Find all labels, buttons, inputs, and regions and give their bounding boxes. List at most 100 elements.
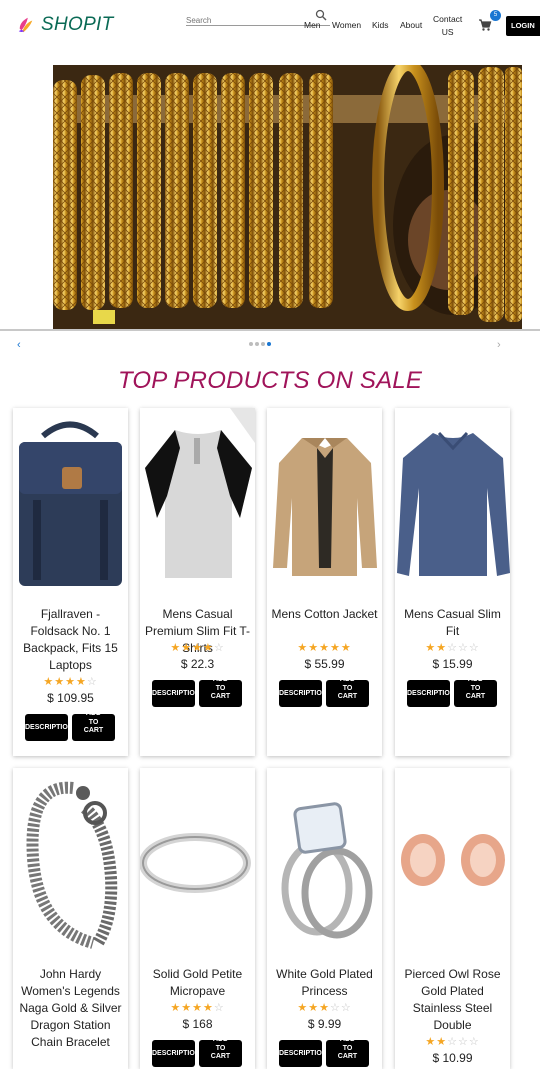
- carousel-next-button[interactable]: ›: [497, 339, 501, 351]
- carousel-dot[interactable]: [261, 342, 265, 346]
- star-filled-icon: ★: [308, 1002, 320, 1014]
- product-title[interactable]: Mens Casual Slim Fit: [399, 606, 506, 640]
- star-filled-icon: ★: [297, 1002, 309, 1014]
- description-button[interactable]: DESCRIPTION: [279, 680, 322, 707]
- add-to-cart-label: ADDTOCART: [210, 1040, 231, 1060]
- brand-logo[interactable]: SHOPIT: [17, 14, 114, 36]
- star-filled-icon: ★: [319, 642, 330, 654]
- carousel-prev-button[interactable]: ‹: [17, 339, 21, 351]
- product-card[interactable]: White Gold Plated Princess ★★★☆☆ $ 9.99 DES…: [267, 768, 382, 1069]
- star-filled-icon: ★: [75, 676, 87, 688]
- star-filled-icon: ★: [170, 642, 182, 654]
- product-title[interactable]: John Hardy Women's Legends Naga Gold & S…: [17, 966, 124, 1051]
- add-to-cart-button[interactable]: ADDTOCART: [199, 1040, 242, 1067]
- add-to-cart-button[interactable]: ADDTOCART: [199, 680, 242, 707]
- star-filled-icon: ★: [192, 1002, 203, 1014]
- star-filled-icon: ★: [436, 642, 448, 654]
- rating-stars: ★★☆☆☆: [395, 641, 510, 654]
- backpack-icon[interactable]: [13, 408, 128, 593]
- nav-kids[interactable]: Kids: [372, 20, 389, 30]
- add-to-cart-button[interactable]: ADDTOCART: [72, 714, 115, 741]
- product-price: $ 10.99: [432, 1051, 473, 1065]
- price-tag: [93, 310, 115, 324]
- carousel-dot[interactable]: [255, 342, 259, 346]
- product-card[interactable]: Fjallraven - Foldsack No. 1 Backpack, Fi…: [13, 408, 128, 756]
- nav-contact-line1: Contact: [433, 14, 463, 24]
- star-filled-icon: ★: [202, 642, 214, 654]
- chain-bracelet-icon[interactable]: [13, 768, 128, 953]
- nav-contact-us[interactable]: Contact US: [433, 13, 462, 39]
- star-empty-icon: ☆: [468, 642, 480, 654]
- product-title[interactable]: Fjallraven - Foldsack No. 1 Backpack, Fi…: [17, 606, 124, 674]
- rating-stars: ★★★★★: [267, 641, 382, 654]
- star-empty-icon: ☆: [457, 1036, 469, 1048]
- product-price: $ 9.99: [307, 1017, 342, 1031]
- nav-about[interactable]: About: [400, 20, 422, 30]
- section-title: TOP PRODUCTS ON SALE: [117, 367, 423, 394]
- star-filled-icon: ★: [170, 1002, 182, 1014]
- logo-icon: [18, 17, 33, 33]
- add-to-cart-button[interactable]: ADDTOCART: [454, 680, 497, 707]
- nav-women[interactable]: Women: [332, 20, 361, 30]
- star-empty-icon: ☆: [213, 1002, 225, 1014]
- star-filled-icon: ★: [65, 676, 76, 688]
- star-empty-icon: ☆: [340, 1002, 352, 1014]
- rating-stars: ★★★★☆: [13, 675, 128, 688]
- product-card[interactable]: Pierced Owl Rose Gold Plated Stainless S…: [395, 768, 510, 1069]
- nav-men[interactable]: Men: [304, 20, 321, 30]
- search-input[interactable]: [186, 16, 316, 25]
- star-filled-icon: ★: [181, 642, 193, 654]
- product-price: $ 15.99: [432, 657, 473, 671]
- star-empty-icon: ☆: [447, 1036, 458, 1048]
- long-sleeve-shirt-icon[interactable]: [395, 408, 510, 593]
- nav-contact-line2: US: [441, 27, 454, 37]
- cart-icon[interactable]: [478, 18, 492, 32]
- carousel-dot[interactable]: [267, 342, 271, 346]
- star-empty-icon: ☆: [213, 642, 225, 654]
- star-empty-icon: ☆: [468, 1036, 480, 1048]
- description-button[interactable]: DESCRIPTION: [25, 714, 68, 741]
- description-button[interactable]: DESCRIPTION: [152, 680, 195, 707]
- product-card[interactable]: John Hardy Women's Legends Naga Gold & S…: [13, 768, 128, 1069]
- product-card[interactable]: Solid Gold Petite Micropave ★★★★☆ $ 168 DES…: [140, 768, 255, 1069]
- jacket-icon[interactable]: [267, 408, 382, 593]
- carousel-progress-line: [0, 329, 540, 331]
- star-filled-icon: ★: [425, 642, 437, 654]
- login-button[interactable]: LOGIN: [506, 16, 540, 36]
- product-title[interactable]: Solid Gold Petite Micropave: [144, 966, 251, 1000]
- star-filled-icon: ★: [54, 676, 66, 688]
- product-title[interactable]: Pierced Owl Rose Gold Plated Stainless S…: [399, 966, 506, 1034]
- product-card[interactable]: Mens Cotton Jacket ★★★★★ $ 55.99 DESCRIPTIO…: [267, 408, 382, 756]
- product-title[interactable]: Mens Cotton Jacket: [271, 606, 378, 623]
- add-to-cart-label: ADDTOCART: [210, 680, 231, 700]
- product-price: $ 55.99: [304, 657, 345, 671]
- cart-count-badge: 5: [490, 10, 501, 21]
- star-filled-icon: ★: [329, 642, 341, 654]
- rating-stars: ★★☆☆☆: [395, 1035, 510, 1048]
- rating-stars: ★★★★☆: [140, 1001, 255, 1014]
- star-empty-icon: ☆: [86, 676, 98, 688]
- description-button[interactable]: DESCRIPTION: [279, 1040, 322, 1067]
- star-filled-icon: ★: [297, 642, 309, 654]
- product-price: $ 168: [182, 1017, 213, 1031]
- brand-name: SHOPIT: [41, 14, 114, 35]
- product-card[interactable]: Mens Casual Slim Fit ★★☆☆☆ $ 15.99 DESCRIPT…: [395, 408, 510, 756]
- star-empty-icon: ☆: [447, 642, 458, 654]
- star-filled-icon: ★: [340, 642, 352, 654]
- star-filled-icon: ★: [436, 1036, 448, 1048]
- add-to-cart-button[interactable]: ADDTOCART: [326, 680, 369, 707]
- rating-stars: ★★★☆☆: [267, 1001, 382, 1014]
- description-button[interactable]: DESCRIPTION: [152, 1040, 195, 1067]
- star-empty-icon: ☆: [329, 1002, 341, 1014]
- product-card[interactable]: Mens Casual Premium Slim Fit T-Shirts ★★★…: [140, 408, 255, 756]
- carousel-dot[interactable]: [249, 342, 253, 346]
- description-button[interactable]: DESCRIPTION: [407, 680, 450, 707]
- product-title[interactable]: White Gold Plated Princess: [271, 966, 378, 1000]
- band-ring-icon[interactable]: [140, 768, 255, 953]
- gold-bangles-illustration: [53, 65, 522, 330]
- rose-gold-plugs-icon[interactable]: [395, 768, 510, 953]
- star-filled-icon: ★: [181, 1002, 193, 1014]
- add-to-cart-button[interactable]: ADDTOCART: [326, 1040, 369, 1067]
- diamond-ring-icon[interactable]: [267, 768, 382, 953]
- raglan-tshirt-icon[interactable]: [140, 408, 255, 593]
